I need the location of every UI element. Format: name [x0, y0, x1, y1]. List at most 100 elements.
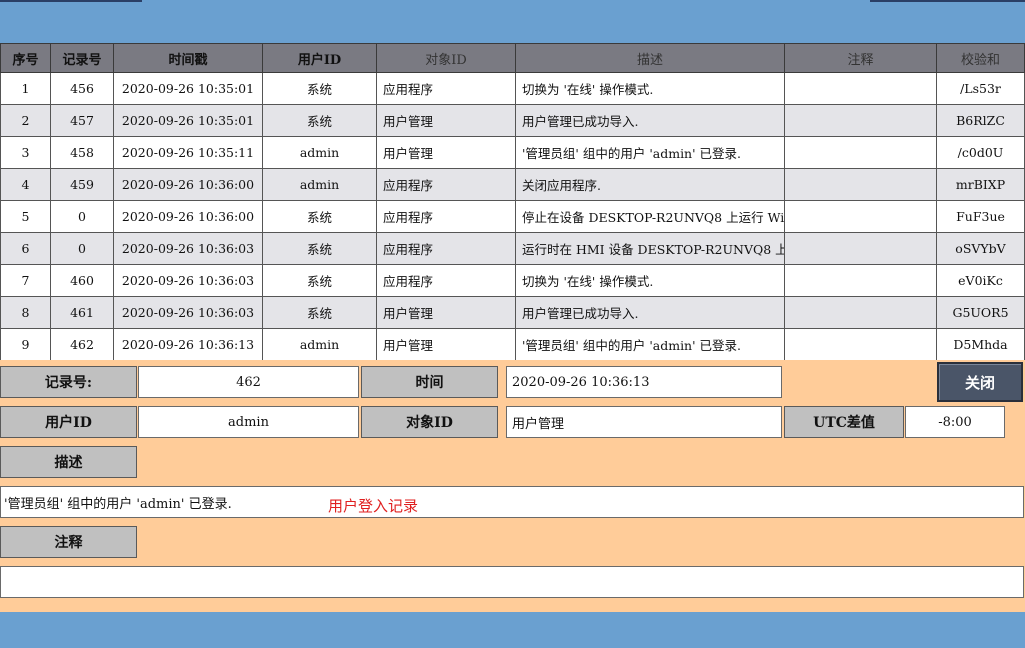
col-header-seq[interactable]: 序号: [0, 43, 51, 73]
cell-object: 用户管理: [376, 328, 516, 361]
cell-object: 用户管理: [376, 296, 516, 329]
cell-checksum: G5UOR5: [936, 296, 1025, 329]
utc-label: UTC差值: [784, 406, 904, 438]
top-edge-right: [870, 0, 1025, 2]
record-label: 记录号:: [0, 366, 137, 398]
cell-comment: [784, 72, 937, 105]
cell-time: 2020-09-26 10:36:03: [113, 232, 263, 265]
user-label: 用户ID: [0, 406, 137, 438]
cell-seq: 3: [0, 136, 51, 169]
cell-record: 460: [50, 264, 114, 297]
comment-label: 注释: [0, 526, 137, 558]
table-row[interactable]: 7 460 2020-09-26 10:36:03 系统 应用程序 切换为 '在线' 操作…: [0, 264, 1025, 297]
table-row[interactable]: 4 459 2020-09-26 10:36:00 admin 应用程序 关闭应用程序. m…: [0, 168, 1025, 201]
cell-desc: 用户管理已成功导入.: [515, 104, 785, 137]
col-header-record[interactable]: 记录号: [50, 43, 114, 73]
cell-seq: 7: [0, 264, 51, 297]
cell-comment: [784, 328, 937, 361]
desc-field[interactable]: '管理员组' 组中的用户 'admin' 已登录.: [0, 486, 1024, 518]
desc-note: 用户登入记录: [328, 497, 419, 515]
cell-user: admin: [262, 136, 377, 169]
col-header-user[interactable]: 用户ID: [262, 43, 377, 73]
table-row[interactable]: 1 456 2020-09-26 10:35:01 系统 应用程序 切换为 '在线' 操作…: [0, 72, 1025, 105]
cell-object: 应用程序: [376, 232, 516, 265]
table-row[interactable]: 3 458 2020-09-26 10:35:11 admin 用户管理 '管理员组' 组…: [0, 136, 1025, 169]
utc-field[interactable]: -8:00: [905, 406, 1005, 438]
table-row[interactable]: 9 462 2020-09-26 10:36:13 admin 用户管理 '管理员组' 组…: [0, 328, 1025, 361]
col-header-comment[interactable]: 注释: [784, 43, 937, 73]
cell-seq: 5: [0, 200, 51, 233]
cell-checksum: /c0d0U: [936, 136, 1025, 169]
cell-checksum: oSVYbV: [936, 232, 1025, 265]
cell-object: 应用程序: [376, 72, 516, 105]
cell-time: 2020-09-26 10:36:00: [113, 200, 263, 233]
col-header-checksum[interactable]: 校验和: [936, 43, 1025, 73]
cell-time: 2020-09-26 10:36:03: [113, 264, 263, 297]
cell-comment: [784, 296, 937, 329]
bottom-bar: [0, 612, 1025, 648]
table-row[interactable]: 8 461 2020-09-26 10:36:03 系统 用户管理 用户管理已成功导入. G…: [0, 296, 1025, 329]
record-field[interactable]: 462: [138, 366, 359, 398]
cell-seq: 6: [0, 232, 51, 265]
detail-panel: 记录号: 462 时间 2020-09-26 10:36:13 关闭 用户ID …: [0, 360, 1025, 612]
cell-comment: [784, 136, 937, 169]
user-field[interactable]: admin: [138, 406, 359, 438]
cell-desc: 停止在设备 DESKTOP-R2UNVQ8 上运行 WinCC: [515, 200, 785, 233]
cell-time: 2020-09-26 10:35:11: [113, 136, 263, 169]
cell-desc: 切换为 '在线' 操作模式.: [515, 72, 785, 105]
time-label: 时间: [361, 366, 498, 398]
cell-user: 系统: [262, 264, 377, 297]
cell-object: 用户管理: [376, 136, 516, 169]
desc-value: '管理员组' 组中的用户 'admin' 已登录.: [4, 496, 232, 512]
cell-checksum: D5Mhda: [936, 328, 1025, 361]
cell-seq: 2: [0, 104, 51, 137]
cell-record: 456: [50, 72, 114, 105]
col-header-desc[interactable]: 描述: [515, 43, 785, 73]
cell-record: 458: [50, 136, 114, 169]
cell-user: 系统: [262, 296, 377, 329]
cell-comment: [784, 104, 937, 137]
cell-checksum: mrBIXP: [936, 168, 1025, 201]
cell-checksum: /Ls53r: [936, 72, 1025, 105]
cell-user: 系统: [262, 72, 377, 105]
cell-time: 2020-09-26 10:35:01: [113, 104, 263, 137]
table-row[interactable]: 6 0 2020-09-26 10:36:03 系统 应用程序 运行时在 HMI 设备 D…: [0, 232, 1025, 265]
table-row[interactable]: 5 0 2020-09-26 10:36:00 系统 应用程序 停止在设备 DESKTOP…: [0, 200, 1025, 233]
cell-record: 462: [50, 328, 114, 361]
cell-object: 用户管理: [376, 104, 516, 137]
cell-checksum: eV0iKc: [936, 264, 1025, 297]
cell-time: 2020-09-26 10:36:00: [113, 168, 263, 201]
top-bar: [0, 0, 1025, 43]
cell-seq: 8: [0, 296, 51, 329]
cell-user: 系统: [262, 104, 377, 137]
cell-time: 2020-09-26 10:36:03: [113, 296, 263, 329]
cell-desc: 运行时在 HMI 设备 DESKTOP-R2UNVQ8 上启动: [515, 232, 785, 265]
cell-record: 0: [50, 232, 114, 265]
cell-object: 应用程序: [376, 264, 516, 297]
cell-comment: [784, 168, 937, 201]
cell-comment: [784, 264, 937, 297]
cell-record: 461: [50, 296, 114, 329]
cell-desc: '管理员组' 组中的用户 'admin' 已登录.: [515, 136, 785, 169]
table-row[interactable]: 2 457 2020-09-26 10:35:01 系统 用户管理 用户管理已成功导入. B…: [0, 104, 1025, 137]
cell-user: admin: [262, 168, 377, 201]
cell-checksum: B6RlZC: [936, 104, 1025, 137]
object-label: 对象ID: [361, 406, 498, 438]
audit-trail-table[interactable]: 序号 记录号 时间戳 用户ID 对象ID 描述 注释 校验和 1 456 2020-…: [0, 43, 1025, 361]
comment-field[interactable]: [0, 566, 1024, 598]
cell-object: 应用程序: [376, 200, 516, 233]
cell-seq: 1: [0, 72, 51, 105]
cell-record: 459: [50, 168, 114, 201]
close-button[interactable]: 关闭: [937, 362, 1023, 402]
cell-object: 应用程序: [376, 168, 516, 201]
cell-seq: 9: [0, 328, 51, 361]
col-header-object[interactable]: 对象ID: [376, 43, 516, 73]
cell-desc: '管理员组' 组中的用户 'admin' 已登录.: [515, 328, 785, 361]
time-field[interactable]: 2020-09-26 10:36:13: [506, 366, 782, 398]
col-header-time[interactable]: 时间戳: [113, 43, 263, 73]
cell-desc: 切换为 '在线' 操作模式.: [515, 264, 785, 297]
table-header-row: 序号 记录号 时间戳 用户ID 对象ID 描述 注释 校验和: [0, 43, 1025, 73]
object-field[interactable]: 用户管理: [506, 406, 782, 438]
cell-user: 系统: [262, 200, 377, 233]
cell-comment: [784, 232, 937, 265]
